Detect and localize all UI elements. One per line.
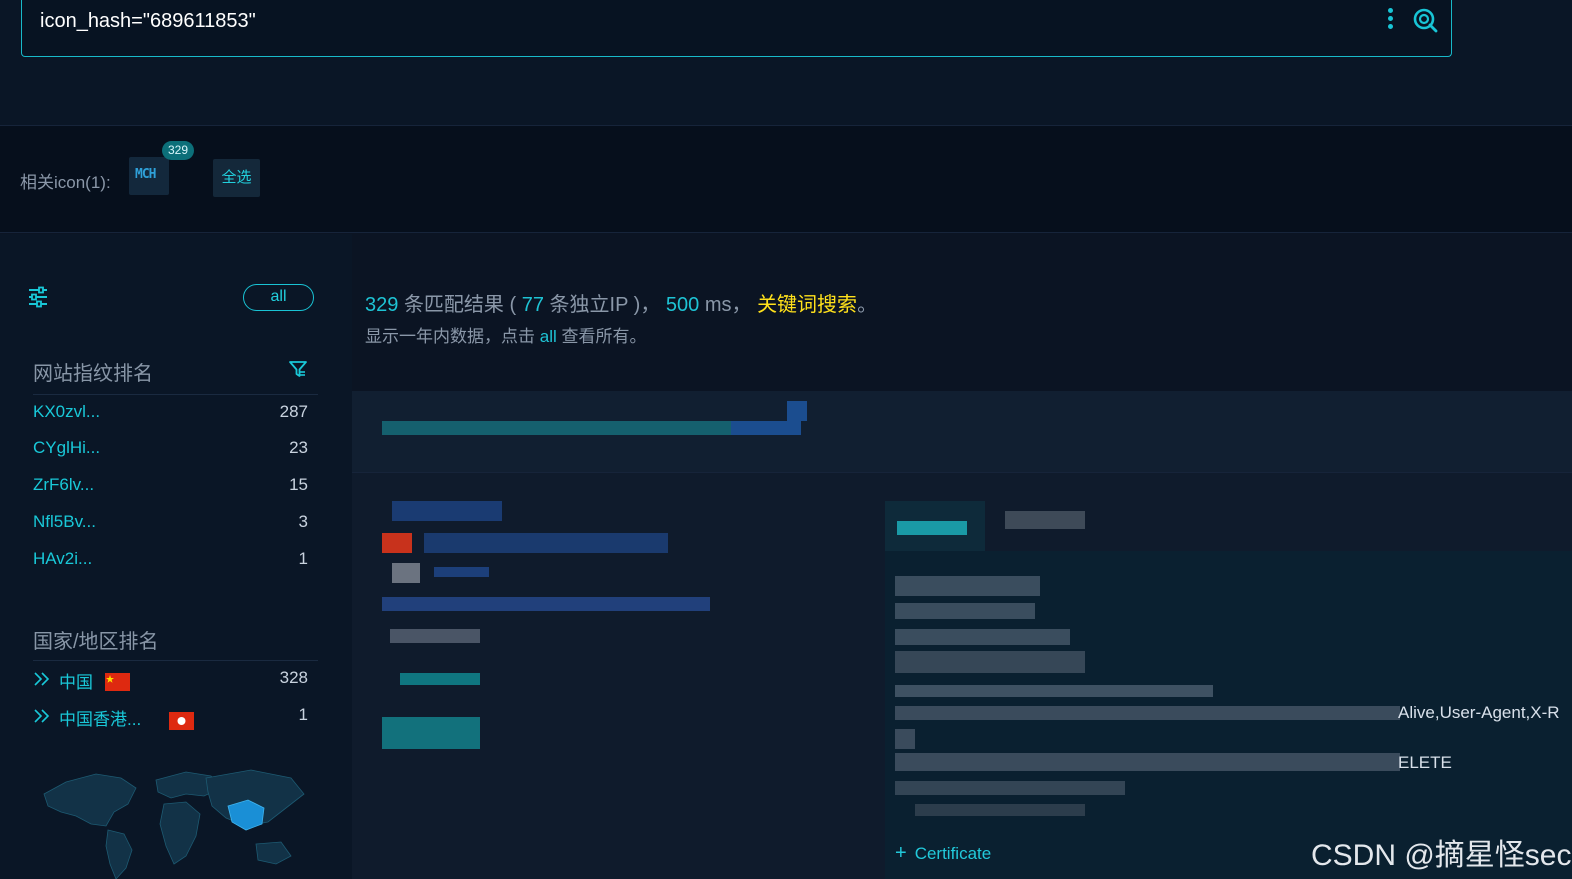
fingerprint-name[interactable]: ZrF6lv... — [33, 475, 94, 495]
results-hint: 显示一年内数据，点击 all 查看所有。 — [365, 322, 646, 347]
keyword-search-link[interactable]: 关键词搜索 — [757, 294, 857, 316]
fingerprint-name[interactable]: KX0zvl... — [33, 402, 100, 422]
redacted-tab[interactable] — [885, 501, 985, 551]
fingerprint-row[interactable]: HAv2i... 1 — [33, 549, 308, 573]
watermark: CSDN @摘星怪sec — [1311, 839, 1572, 872]
fingerprint-row[interactable]: CYglHi... 23 — [33, 438, 308, 462]
fingerprint-row[interactable]: Nfl5Bv... 3 — [33, 512, 308, 536]
hong-kong-flag-icon — [169, 712, 194, 730]
redacted-banner — [895, 603, 1035, 619]
redacted-banner — [895, 576, 1040, 596]
redacted-banner — [895, 685, 1213, 697]
divider — [33, 394, 318, 395]
redacted-info — [382, 597, 710, 611]
redacted-flag — [382, 533, 412, 553]
redacted-info — [434, 567, 489, 577]
search-icon[interactable] — [1412, 7, 1438, 38]
fingerprint-row[interactable]: KX0zvl... 287 — [33, 402, 308, 426]
icon-count-badge: 329 — [162, 141, 195, 160]
unique-ip-label: 条独立IP — [549, 294, 629, 316]
redacted-banner — [895, 651, 1085, 673]
redacted-tab-label — [1005, 511, 1085, 529]
divider — [33, 660, 318, 661]
fingerprint-name[interactable]: Nfl5Bv... — [33, 512, 96, 532]
fingerprint-count: 23 — [289, 438, 308, 457]
country-name[interactable]: 中国香港... — [59, 705, 141, 730]
query-time-unit: ms， — [704, 294, 752, 316]
fingerprint-count: 287 — [279, 402, 308, 421]
hint-text: 查看所有。 — [561, 327, 647, 346]
unique-ip-count: 77 — [521, 294, 544, 316]
redacted-info — [424, 533, 668, 553]
redacted-title — [787, 401, 807, 421]
fingerprint-name[interactable]: CYglHi... — [33, 438, 100, 458]
redacted-info — [390, 629, 480, 643]
redacted-tab-label — [897, 521, 967, 535]
country-name[interactable]: 中国 — [59, 668, 93, 693]
country-row[interactable]: 中国 328 — [33, 668, 308, 694]
paren: )， — [633, 294, 661, 316]
fingerprint-count: 3 — [298, 512, 308, 531]
redacted-info — [392, 563, 420, 583]
funnel-icon[interactable] — [289, 360, 307, 383]
redacted-tag — [382, 717, 480, 749]
redacted-tag — [400, 673, 480, 685]
result-card — [352, 391, 1572, 879]
country-count: 1 — [298, 705, 308, 724]
certificate-label[interactable]: Certificate — [915, 844, 992, 863]
all-button[interactable]: all — [243, 284, 314, 311]
sliders-icon[interactable] — [28, 286, 50, 313]
select-all-button[interactable]: 全选 — [213, 159, 260, 197]
fingerprint-ranking-title: 网站指纹排名 — [33, 363, 153, 385]
sidebar: all 网站指纹排名 KX0zvl... 287 CYglHi... 23 Zr… — [0, 234, 352, 879]
world-map-icon — [36, 764, 311, 879]
result-count: 329 — [365, 294, 399, 316]
country-row[interactable]: 中国香港... 1 — [33, 705, 308, 731]
redacted-banner — [895, 753, 1400, 771]
result-card-header — [352, 391, 1572, 473]
redacted-link — [392, 501, 502, 521]
related-icons-label: 相关icon(1): — [20, 173, 111, 192]
country-ranking-title: 国家/地区排名 — [33, 631, 159, 653]
hint-text: 显示一年内数据，点击 — [365, 327, 535, 346]
results-summary: 329 条匹配结果 ( 77 条独立IP )， 500 ms， 关键词搜索。 — [365, 288, 877, 317]
mch-logo-icon: MCH — [135, 167, 157, 182]
all-link[interactable]: all — [540, 327, 557, 346]
related-icons-bar: 相关icon(1): MCH 329 全选 — [0, 126, 1572, 233]
fingerprint-name[interactable]: HAv2i... — [33, 549, 92, 569]
search-band: icon_hash="689611853" — [0, 0, 1572, 126]
banner-text-fragment: ELETE — [1398, 753, 1452, 772]
redacted-title — [382, 421, 777, 435]
redacted-title — [731, 421, 801, 435]
fingerprint-count: 15 — [289, 475, 308, 494]
certificate-expand[interactable]: + Certificate — [895, 842, 991, 865]
redacted-banner — [915, 804, 1085, 816]
redacted-banner — [895, 729, 915, 749]
search-query-text[interactable]: icon_hash="689611853" — [40, 10, 256, 33]
plus-icon: + — [895, 842, 907, 864]
related-icon-thumbnail[interactable]: MCH — [129, 157, 169, 195]
result-count-label: 条匹配结果 — [403, 294, 504, 316]
double-chevron-right-icon — [33, 670, 51, 693]
redacted-banner — [895, 706, 1400, 720]
redacted-banner — [895, 629, 1070, 645]
country-count: 328 — [279, 668, 308, 687]
china-flag-icon — [105, 673, 130, 691]
redacted-banner — [895, 781, 1125, 795]
double-chevron-right-icon — [33, 707, 51, 730]
period: 。 — [857, 294, 878, 316]
fingerprint-row[interactable]: ZrF6lv... 15 — [33, 475, 308, 499]
search-input[interactable]: icon_hash="689611853" — [21, 0, 1452, 57]
fingerprint-count: 1 — [298, 549, 308, 568]
query-time: 500 — [665, 294, 700, 316]
banner-text-fragment: Alive,User-Agent,X-R — [1398, 703, 1560, 722]
paren: ( — [509, 294, 517, 316]
more-vertical-icon[interactable] — [1386, 8, 1394, 34]
